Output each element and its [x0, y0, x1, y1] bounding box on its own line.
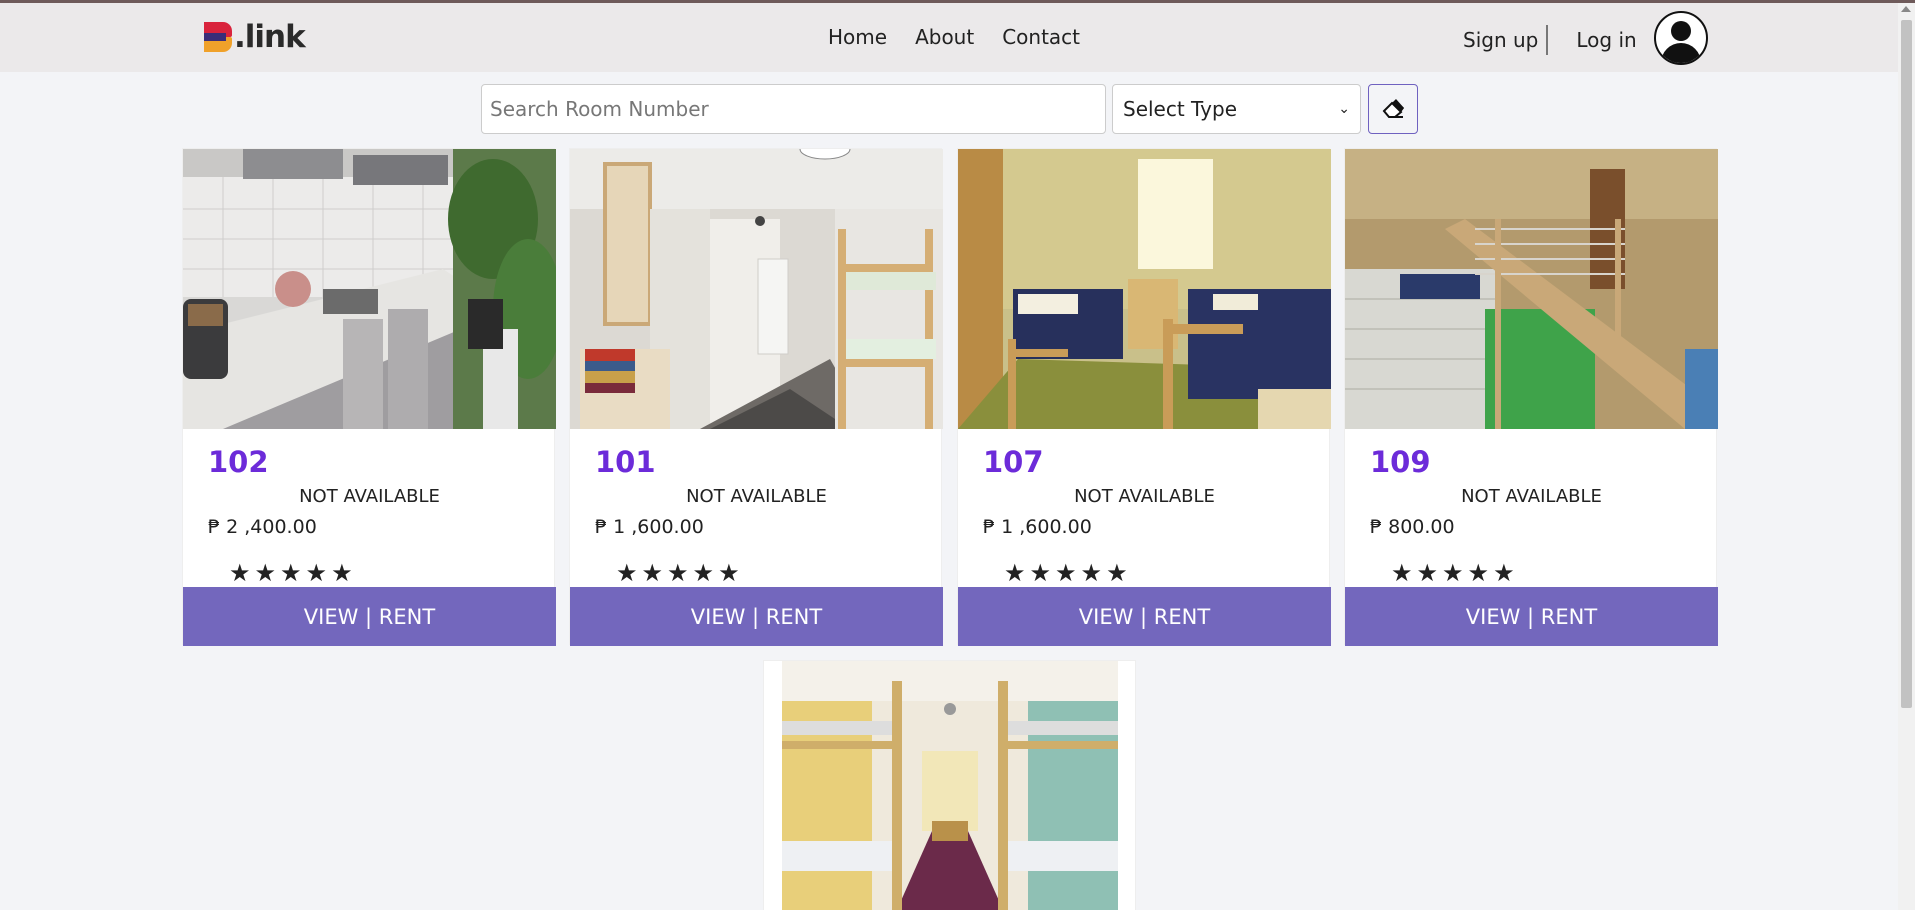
scrollbar-thumb[interactable] — [1901, 20, 1912, 708]
search-room-input[interactable] — [481, 84, 1106, 134]
star-icon: ★ — [1029, 559, 1052, 587]
star-icon: ★ — [1080, 559, 1103, 587]
user-avatar-icon[interactable] — [1654, 11, 1708, 65]
room-status: NOT AVAILABLE — [686, 486, 827, 507]
star-icon: ★ — [254, 559, 277, 587]
star-icon: ★ — [616, 559, 638, 587]
type-select[interactable]: Select Type ⌄ — [1112, 84, 1361, 134]
star-icon: ★ — [667, 559, 689, 587]
star-icon: ★ — [1055, 559, 1077, 587]
star-icon: ★ — [1467, 559, 1490, 587]
scroll-up-arrow-icon[interactable] — [1901, 6, 1911, 12]
view-rent-button[interactable]: VIEW | RENT — [1345, 587, 1718, 646]
room-number: 102 — [208, 445, 269, 479]
navbar: .link Home About Contact Sign up Log in — [0, 3, 1898, 72]
room-number: 107 — [983, 445, 1044, 479]
room-rating: ★ ★ ★ ★ ★ — [229, 561, 353, 585]
brand-name: .link — [234, 19, 306, 55]
room-number: 109 — [1370, 445, 1431, 479]
room-card[interactable] — [763, 660, 1136, 910]
room-rating: ★ ★ ★ ★ ★ — [1004, 561, 1128, 585]
nav-links: Home About Contact — [828, 25, 1080, 49]
room-status: NOT AVAILABLE — [299, 486, 440, 507]
view-rent-button[interactable]: VIEW | RENT — [570, 587, 943, 646]
room-price: ₱ 1 ,600.00 — [983, 516, 1092, 538]
room-price: ₱ 1 ,600.00 — [595, 516, 704, 538]
star-icon: ★ — [305, 559, 328, 587]
room-number: 101 — [595, 445, 656, 479]
chevron-down-icon: ⌄ — [1338, 101, 1350, 117]
room-price: ₱ 2 ,400.00 — [208, 516, 317, 538]
view-rent-button[interactable]: VIEW | RENT — [958, 587, 1331, 646]
brand-logo[interactable]: .link — [204, 19, 306, 55]
star-icon: ★ — [1416, 559, 1439, 587]
clear-filter-button[interactable] — [1368, 84, 1418, 134]
eraser-icon — [1382, 99, 1404, 118]
room-rating: ★ ★ ★ ★ ★ — [616, 561, 740, 585]
star-icon: ★ — [331, 559, 353, 587]
signup-link[interactable]: Sign up — [1463, 28, 1538, 52]
room-card[interactable]: 107 NOT AVAILABLE ₱ 1 ,600.00 ★ ★ ★ ★ ★ VIEW… — [957, 148, 1331, 646]
star-icon: ★ — [1493, 559, 1515, 587]
login-link[interactable]: Log in — [1576, 28, 1636, 52]
room-photo-bunk-dorm[interactable] — [782, 661, 1118, 910]
star-icon: ★ — [1391, 559, 1413, 587]
room-photo-stairway[interactable] — [1345, 149, 1718, 429]
auth-divider — [1546, 25, 1549, 55]
room-status: NOT AVAILABLE — [1074, 486, 1215, 507]
star-icon: ★ — [1442, 559, 1464, 587]
nav-home-link[interactable]: Home — [828, 25, 887, 49]
room-card[interactable]: 102 NOT AVAILABLE ₱ 2 ,400.00 ★ ★ ★ ★ ★ VIEW… — [182, 148, 556, 646]
logo-mark-icon — [204, 22, 232, 52]
star-icon: ★ — [280, 559, 302, 587]
star-icon: ★ — [692, 559, 715, 587]
room-price: ₱ 800.00 — [1370, 516, 1455, 538]
star-icon: ★ — [718, 559, 740, 587]
star-icon: ★ — [1004, 559, 1026, 587]
room-card[interactable]: 101 NOT AVAILABLE ₱ 1 ,600.00 ★ ★ ★ ★ ★ VIEW… — [569, 148, 943, 646]
nav-contact-link[interactable]: Contact — [1002, 25, 1080, 49]
star-icon: ★ — [229, 559, 251, 587]
room-photo-kitchen[interactable] — [183, 149, 556, 429]
view-rent-button[interactable]: VIEW | RENT — [183, 587, 556, 646]
room-photo-twin-bedroom[interactable] — [958, 149, 1331, 429]
nav-about-link[interactable]: About — [915, 25, 974, 49]
room-card[interactable]: 109 NOT AVAILABLE ₱ 800.00 ★ ★ ★ ★ ★ VIEW | … — [1344, 148, 1718, 646]
room-rating: ★ ★ ★ ★ ★ — [1391, 561, 1515, 585]
star-icon: ★ — [641, 559, 664, 587]
room-status: NOT AVAILABLE — [1461, 486, 1602, 507]
type-select-value: Select Type — [1123, 97, 1237, 121]
star-icon: ★ — [1106, 559, 1128, 587]
room-photo-bunk-bedroom[interactable] — [570, 149, 943, 429]
auth-links: Sign up Log in — [1463, 25, 1637, 55]
